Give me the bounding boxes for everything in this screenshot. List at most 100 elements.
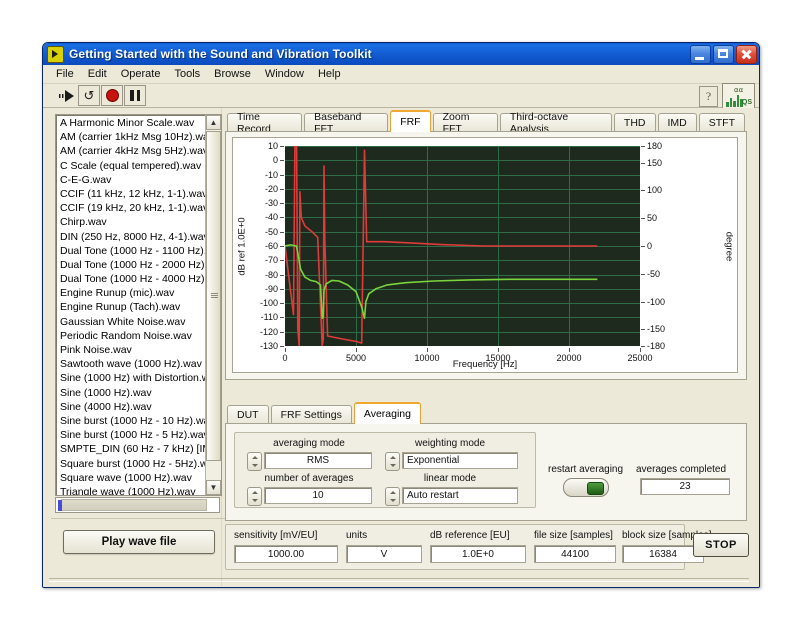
scroll-grip-icon (211, 293, 218, 299)
scroll-up-button[interactable]: ▲ (206, 115, 221, 130)
number-of-averages-spinner[interactable] (247, 487, 262, 506)
labview-vi-icon (47, 45, 64, 63)
list-item[interactable]: Square burst (1000 Hz - 5Hz).wav (58, 457, 205, 471)
menu-window[interactable]: Window (258, 66, 311, 82)
y2-tick-label: -180 (647, 341, 666, 351)
frf-graph[interactable]: dB ref 1.0E+0 degree 10 0 -10 -20 -30 -40 -50-… (232, 137, 738, 373)
list-item[interactable]: Periodic Random Noise.wav (58, 329, 205, 343)
menu-file[interactable]: File (49, 66, 81, 82)
list-item[interactable]: Pink Noise.wav (58, 343, 205, 357)
weighting-mode-spinner[interactable] (385, 452, 400, 471)
scroll-thumb[interactable] (206, 131, 221, 461)
list-item[interactable]: CCIF (19 kHz, 20 kHz, 1-1).wav (58, 201, 205, 215)
list-item[interactable]: Sine burst (1000 Hz - 5 Hz).wav (58, 428, 205, 442)
list-item[interactable]: C Scale (equal tempered).wav (58, 159, 205, 173)
sensitivity-value[interactable]: 1000.00 (234, 545, 338, 563)
averaging-mode-spinner[interactable] (247, 452, 262, 471)
y-tick-label: -20 (264, 183, 278, 194)
y-tick-mark (280, 274, 284, 276)
scroll-down-button[interactable]: ▼ (206, 480, 221, 495)
minimize-button[interactable] (690, 44, 711, 64)
tab-imd[interactable]: IMD (657, 113, 697, 132)
status-bar-group: sensitivity [mV/EU] 1000.00 units V dB r… (225, 524, 711, 570)
linear-mode-spinner[interactable] (385, 487, 400, 506)
y-tick-mark (280, 203, 284, 205)
list-item[interactable]: AM (carrier 4kHz Msg 5Hz).wav (58, 144, 205, 158)
list-item[interactable]: AM (carrier 1kHz Msg 10Hz).wav (58, 130, 205, 144)
maximize-button[interactable] (713, 44, 734, 64)
sensitivity-label: sensitivity [mV/EU] (234, 530, 318, 541)
settings-tab-strip[interactable]: DUT FRF Settings Averaging (225, 402, 747, 424)
abort-button[interactable] (101, 85, 123, 106)
list-item[interactable]: Sine (1000 Hz) with Distortion.wa (58, 371, 205, 385)
tab-zoom-fft[interactable]: Zoom FFT (432, 111, 498, 135)
run-continuously-button[interactable]: ↺ (78, 85, 100, 106)
list-item[interactable]: Sawtooth wave (1000 Hz).wav (58, 357, 205, 371)
list-item[interactable]: Sine burst (1000 Hz - 10 Hz).wav (58, 414, 205, 428)
tab-third-octave-analysis[interactable]: Third-octave Analysis (499, 111, 612, 135)
units-value[interactable]: V (346, 545, 422, 563)
y-tick-mark (280, 331, 284, 333)
menu-operate[interactable]: Operate (114, 66, 168, 82)
list-item[interactable]: SMPTE_DIN (60 Hz - 7 kHz) [IMD] (58, 442, 205, 456)
menu-help[interactable]: Help (311, 66, 348, 82)
close-button[interactable] (736, 44, 757, 64)
db-reference-value[interactable]: 1.0E+0 (430, 545, 526, 563)
restart-averaging-label: restart averaging (548, 464, 624, 475)
list-item[interactable]: Gaussian White Noise.wav (58, 315, 205, 329)
stop-button[interactable]: STOP (693, 533, 749, 557)
analysis-tab-strip[interactable]: Time Record Baseband FFT FRF Zoom FFT Third-… (225, 110, 747, 135)
y-tick-mark (280, 188, 284, 190)
y-tick-label: 10 (267, 141, 278, 151)
restart-averaging-button[interactable] (563, 478, 609, 497)
menu-edit[interactable]: Edit (81, 66, 114, 82)
number-of-averages-value[interactable]: 10 (264, 487, 372, 504)
file-size-label: file size [samples] (534, 530, 613, 541)
menu-browse[interactable]: Browse (207, 66, 258, 82)
tab-baseband-fft[interactable]: Baseband FFT (304, 111, 389, 135)
horizontal-scroll-thumb[interactable] (61, 499, 207, 511)
plot-area[interactable] (285, 146, 640, 346)
y-tick-mark (280, 160, 284, 162)
list-item[interactable]: Chirp.wav (58, 215, 205, 229)
tab-dut[interactable]: DUT (227, 405, 269, 424)
tab-thd[interactable]: THD (613, 113, 656, 132)
series-phase (285, 244, 598, 319)
file-list-horizontal-scrollbar[interactable] (55, 497, 220, 513)
tab-frf[interactable]: FRF (390, 110, 431, 132)
list-item[interactable]: Square wave (1000 Hz).wav (58, 471, 205, 485)
linear-mode-value[interactable]: Auto restart (402, 487, 518, 504)
list-item[interactable]: DIN (250 Hz, 8000 Hz, 4-1).wav (58, 230, 205, 244)
tab-averaging[interactable]: Averaging (353, 402, 421, 424)
tab-frf-settings[interactable]: FRF Settings (270, 405, 352, 424)
list-item[interactable]: Sine (1000 Hz).wav (58, 386, 205, 400)
list-item[interactable]: A Harmonic Minor Scale.wav (58, 116, 205, 130)
list-item[interactable]: Triangle wave (1000 Hz).wav (58, 485, 205, 495)
y2-tick-mark (641, 329, 645, 331)
scroll-left-button[interactable] (58, 500, 62, 511)
y2-tick-mark (641, 346, 645, 347)
file-list-vertical-scrollbar[interactable]: ▲ ▼ (205, 115, 221, 495)
averaging-mode-value[interactable]: RMS (264, 452, 372, 469)
play-wave-file-button[interactable]: Play wave file (63, 530, 215, 554)
wave-file-list-items[interactable]: A Harmonic Minor Scale.wav AM (carrier 1k… (56, 115, 205, 495)
list-item[interactable]: Dual Tone (1000 Hz - 2000 Hz).w (58, 258, 205, 272)
x-tick-mark (640, 348, 641, 352)
run-button[interactable] (57, 86, 77, 105)
list-item[interactable]: C-E-G.wav (58, 173, 205, 187)
tab-stft[interactable]: STFT (698, 113, 745, 132)
list-item[interactable]: Dual Tone (1000 Hz - 1100 Hz).w (58, 244, 205, 258)
list-item[interactable]: CCIF (11 kHz, 12 kHz, 1-1).wav (58, 187, 205, 201)
y-tick-mark (280, 260, 284, 262)
context-help-button[interactable]: ? (699, 86, 718, 107)
pause-button[interactable] (124, 85, 146, 106)
list-item[interactable]: Dual Tone (1000 Hz - 4000 Hz).w (58, 272, 205, 286)
list-item[interactable]: Sine (4000 Hz).wav (58, 400, 205, 414)
list-item[interactable]: Engine Runup (mic).wav (58, 286, 205, 300)
weighting-mode-value[interactable]: Exponential (402, 452, 518, 469)
menu-tools[interactable]: Tools (167, 66, 207, 82)
wave-file-list[interactable]: A Harmonic Minor Scale.wav AM (carrier 1k… (55, 114, 222, 496)
list-item[interactable]: Engine Runup (Tach).wav (58, 300, 205, 314)
y-tick-label: -80 (264, 269, 278, 280)
tab-time-record[interactable]: Time Record (227, 111, 303, 135)
